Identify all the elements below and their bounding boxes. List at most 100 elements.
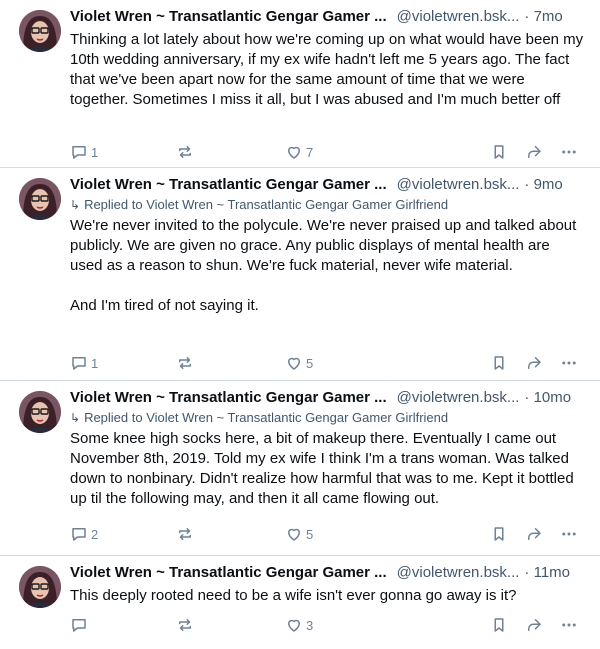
author-handle[interactable]: @violetwren.bsk...	[397, 174, 520, 196]
more-button[interactable]	[560, 143, 578, 161]
reply-icon	[72, 357, 86, 370]
author-name[interactable]: Violet Wren ~ Transatlantic Gengar Gamer…	[70, 562, 387, 584]
share-button[interactable]	[525, 525, 543, 543]
more-icon	[562, 532, 576, 536]
repost-button[interactable]	[176, 525, 194, 543]
like-button[interactable]: 5	[285, 525, 313, 543]
like-count: 7	[306, 144, 314, 160]
reply-icon	[72, 146, 86, 159]
more-button[interactable]	[560, 525, 578, 543]
reply-count: 2	[91, 526, 99, 542]
reply-icon	[72, 619, 86, 632]
share-button[interactable]	[525, 354, 543, 372]
post[interactable]: Violet Wren ~ Transatlantic Gengar Gamer…	[0, 556, 600, 649]
post[interactable]: Violet Wren ~ Transatlantic Gengar Gamer…	[0, 381, 600, 556]
reply-context-label: Replied to Violet Wren ~ Transatlantic G…	[84, 410, 449, 425]
repost-icon	[179, 528, 191, 540]
post-actions: 1 5	[70, 354, 586, 374]
reply-icon	[72, 528, 86, 541]
share-icon	[528, 146, 541, 158]
post-header: Violet Wren ~ Transatlantic Gengar Gamer…	[70, 174, 586, 196]
reply-context[interactable]: ↳ Replied to Violet Wren ~ Transatlantic …	[70, 409, 586, 427]
repost-icon	[179, 146, 191, 158]
author-name[interactable]: Violet Wren ~ Transatlantic Gengar Gamer…	[70, 387, 387, 409]
like-count: 5	[306, 355, 314, 371]
post-paragraph: Some knee high socks here, a bit of make…	[70, 430, 574, 507]
reply-arrow-icon: ↳	[70, 411, 81, 425]
more-button[interactable]	[560, 616, 578, 634]
reply-button[interactable]: 1	[70, 143, 98, 161]
reply-button[interactable]: 1	[70, 354, 98, 372]
post-time[interactable]: · 11mo	[524, 562, 570, 584]
more-icon	[562, 623, 576, 627]
author-name[interactable]: Violet Wren ~ Transatlantic Gengar Gamer…	[70, 6, 387, 28]
post-body: Violet Wren ~ Transatlantic Gengar Gamer…	[70, 387, 586, 509]
bookmark-button[interactable]	[490, 143, 508, 161]
author-handle[interactable]: @violetwren.bsk...	[397, 562, 520, 584]
repost-icon	[179, 619, 191, 631]
post-feed: Violet Wren ~ Transatlantic Gengar Gamer…	[0, 0, 600, 649]
post-header: Violet Wren ~ Transatlantic Gengar Gamer…	[70, 6, 586, 28]
post-body: Violet Wren ~ Transatlantic Gengar Gamer…	[70, 562, 586, 606]
like-button[interactable]: 5	[285, 354, 313, 372]
repost-button[interactable]	[176, 143, 194, 161]
repost-button[interactable]	[176, 354, 194, 372]
avatar[interactable]	[19, 10, 61, 52]
post-paragraph: Thinking a lot lately about how we're co…	[70, 31, 584, 108]
avatar[interactable]	[19, 391, 61, 433]
like-count: 3	[306, 617, 314, 633]
share-icon	[528, 528, 541, 540]
bookmark-button[interactable]	[490, 616, 508, 634]
reply-button[interactable]	[70, 616, 91, 634]
post-header: Violet Wren ~ Transatlantic Gengar Gamer…	[70, 562, 586, 584]
like-button[interactable]: 3	[285, 616, 313, 634]
post-time[interactable]: · 9mo	[524, 174, 562, 196]
more-button[interactable]	[560, 354, 578, 372]
like-button[interactable]: 7	[285, 143, 313, 161]
post-time[interactable]: · 10mo	[524, 387, 571, 409]
share-button[interactable]	[525, 143, 543, 161]
avatar[interactable]	[19, 566, 61, 608]
post-paragraph: And I'm tired of not saying it.	[70, 297, 259, 314]
bookmark-button[interactable]	[490, 525, 508, 543]
share-button[interactable]	[525, 616, 543, 634]
post-actions: 2 5	[70, 525, 586, 545]
post-text: This deeply rooted need to be a wife isn…	[70, 586, 586, 606]
more-icon	[562, 361, 576, 365]
post-body: Violet Wren ~ Transatlantic Gengar Gamer…	[70, 6, 586, 110]
author-handle[interactable]: @violetwren.bsk...	[397, 387, 520, 409]
author-name[interactable]: Violet Wren ~ Transatlantic Gengar Gamer…	[70, 174, 387, 196]
author-handle[interactable]: @violetwren.bsk...	[397, 6, 520, 28]
reply-context-label: Replied to Violet Wren ~ Transatlantic G…	[84, 197, 449, 212]
share-icon	[528, 357, 541, 369]
post[interactable]: Violet Wren ~ Transatlantic Gengar Gamer…	[0, 0, 600, 168]
post-body: Violet Wren ~ Transatlantic Gengar Gamer…	[70, 174, 586, 316]
repost-icon	[179, 357, 191, 369]
reply-arrow-icon: ↳	[70, 198, 81, 212]
post-header: Violet Wren ~ Transatlantic Gengar Gamer…	[70, 387, 586, 409]
heart-icon	[288, 528, 300, 541]
repost-button[interactable]	[176, 616, 194, 634]
reply-count: 1	[91, 144, 99, 160]
post-actions: 3	[70, 616, 586, 636]
post-time[interactable]: · 7mo	[524, 6, 562, 28]
avatar[interactable]	[19, 178, 61, 220]
post-text: We're never invited to the polycule. We'…	[70, 216, 586, 316]
like-count: 5	[306, 526, 314, 542]
post-actions: 1 7	[70, 143, 586, 163]
post-text: Some knee high socks here, a bit of make…	[70, 429, 586, 509]
bookmark-button[interactable]	[490, 354, 508, 372]
heart-icon	[288, 357, 300, 370]
bookmark-icon	[494, 145, 504, 159]
reply-count: 1	[91, 355, 99, 371]
bookmark-icon	[494, 618, 504, 632]
post-paragraph: This deeply rooted need to be a wife isn…	[70, 587, 517, 604]
share-icon	[528, 619, 541, 631]
more-icon	[562, 150, 576, 154]
heart-icon	[288, 619, 300, 632]
reply-button[interactable]: 2	[70, 525, 98, 543]
bookmark-icon	[494, 527, 504, 541]
reply-context[interactable]: ↳ Replied to Violet Wren ~ Transatlantic …	[70, 196, 586, 214]
bookmark-icon	[494, 356, 504, 370]
post[interactable]: Violet Wren ~ Transatlantic Gengar Gamer…	[0, 168, 600, 381]
